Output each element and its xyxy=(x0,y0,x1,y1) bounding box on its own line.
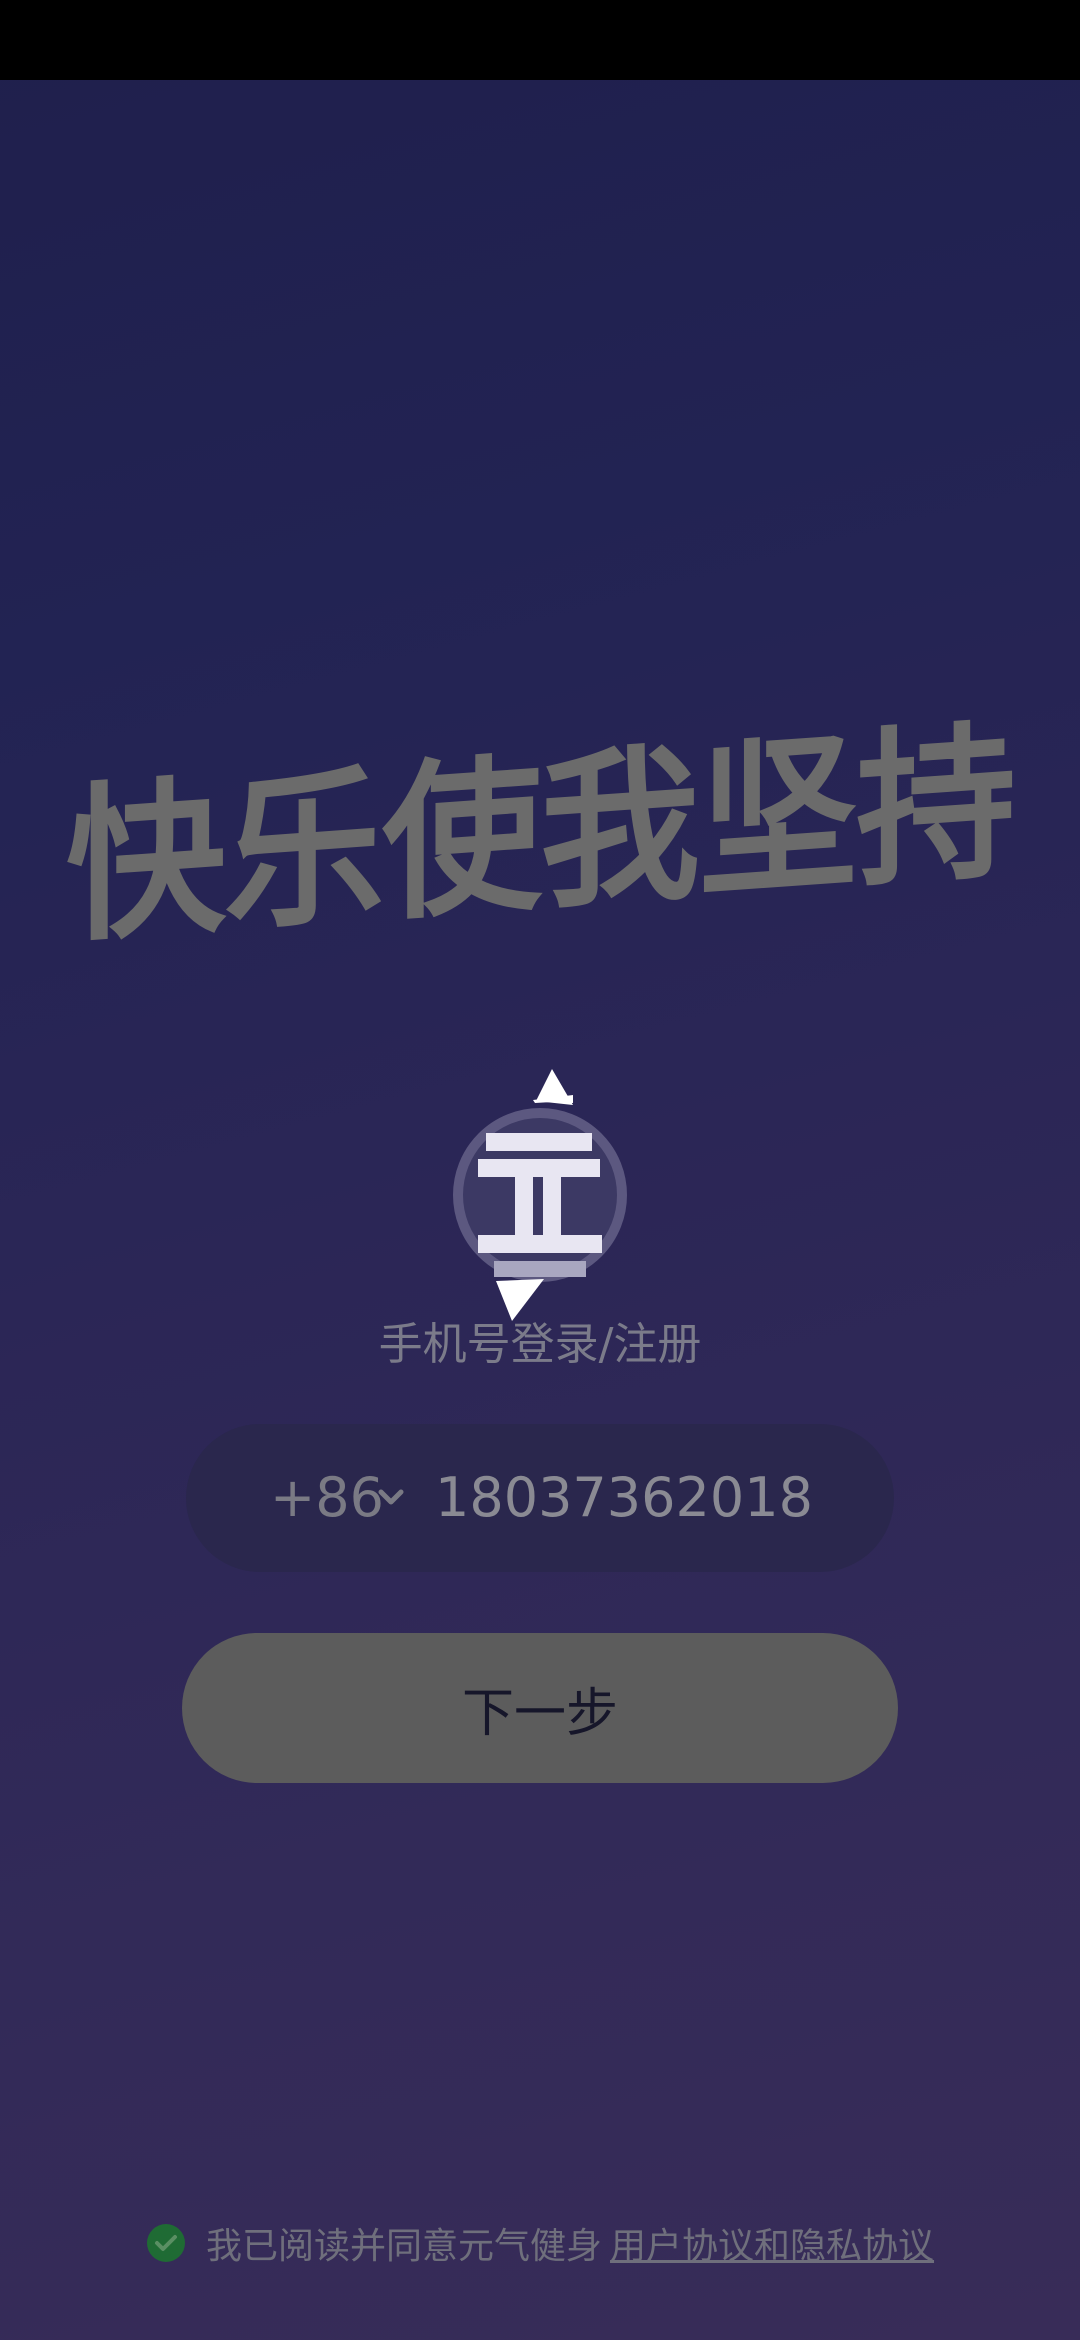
chevron-down-icon[interactable] xyxy=(376,1482,406,1512)
slogan-title: 快乐使我坚持 xyxy=(65,703,1014,966)
next-button[interactable]: 下一步 xyxy=(182,1633,898,1783)
phone-input-group: +86 xyxy=(186,1424,894,1572)
agreement-text: 我已阅读并同意元气健身 xyxy=(206,2226,603,2267)
country-code-selector[interactable]: +86 xyxy=(270,1466,384,1529)
check-circle-icon[interactable] xyxy=(146,2223,186,2263)
phone-number-input[interactable] xyxy=(435,1466,835,1529)
status-bar xyxy=(0,0,1080,80)
agreement-link[interactable]: 用户协议和隐私协议 xyxy=(610,2217,934,2269)
yuanqi-logo-icon xyxy=(440,1065,640,1325)
agreement-row: 我已阅读并同意元气健身 用户协议和隐私协议 xyxy=(146,2215,934,2271)
login-subtitle: 手机号登录/注册 xyxy=(378,1319,702,1370)
login-screen: 快乐使我坚持 手机号登录/注册 +86 下一步 xyxy=(0,0,1080,2340)
